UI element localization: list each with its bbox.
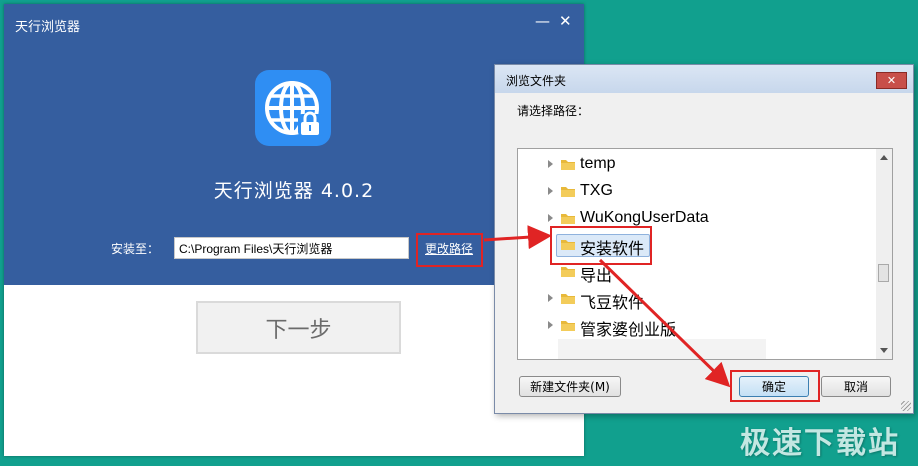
globe-lock-icon xyxy=(255,70,331,146)
tree-item-label: TXG xyxy=(580,182,613,199)
scroll-down-icon[interactable] xyxy=(880,348,888,353)
installer-title: 天行浏览器 xyxy=(15,20,81,35)
resize-grip[interactable] xyxy=(901,401,911,411)
new-folder-button[interactable]: 新建文件夹(M) xyxy=(519,376,621,397)
expand-arrow-icon[interactable] xyxy=(548,321,553,329)
folder-icon xyxy=(561,267,575,277)
tree-item-label: 飞豆软件 xyxy=(580,295,645,312)
folder-icon xyxy=(561,321,575,331)
minimize-icon[interactable]: — xyxy=(535,12,550,30)
close-icon[interactable]: ✕ xyxy=(559,12,572,30)
dialog-prompt: 请选择路径： xyxy=(517,104,590,118)
expand-arrow-icon[interactable] xyxy=(548,187,553,195)
install-to-label: 安装至： xyxy=(111,242,160,256)
tree-item-txg[interactable]: TXG xyxy=(518,180,878,204)
expand-arrow-icon[interactable] xyxy=(548,214,553,222)
expand-arrow-icon[interactable] xyxy=(548,294,553,302)
highlight-ok-button xyxy=(730,370,820,402)
tree-item-label: 管家婆创业版 xyxy=(580,322,677,339)
folder-icon xyxy=(561,214,575,224)
tree-scrollbar[interactable] xyxy=(876,149,892,359)
tree-item-label: WuKongUserData xyxy=(580,209,709,226)
tree-item-temp[interactable]: temp xyxy=(518,153,878,177)
dialog-close-icon[interactable]: ✕ xyxy=(876,72,907,89)
cancel-button[interactable]: 取消 xyxy=(821,376,891,397)
dialog-titlebar: 浏览文件夹 ✕ xyxy=(495,65,913,93)
watermark: 极速下载站 xyxy=(740,426,900,461)
tree-item-label: temp xyxy=(580,155,616,172)
tree-item-label: 导出 xyxy=(580,268,613,285)
expand-arrow-icon[interactable] xyxy=(548,160,553,168)
folder-icon xyxy=(561,160,575,170)
install-path-input[interactable] xyxy=(174,237,409,259)
tree-partial-row xyxy=(558,339,766,359)
scroll-thumb[interactable] xyxy=(878,264,889,282)
scroll-up-icon[interactable] xyxy=(880,155,888,160)
tree-item-guanjiapo[interactable]: 管家婆创业版 xyxy=(518,314,878,339)
highlight-change-path xyxy=(416,233,483,267)
folder-icon xyxy=(561,187,575,197)
folder-icon xyxy=(561,294,575,304)
tree-item-feidou-software[interactable]: 飞豆软件 xyxy=(518,287,878,312)
highlight-selected-folder xyxy=(550,226,652,265)
dialog-title: 浏览文件夹 xyxy=(506,74,567,88)
next-step-button[interactable]: 下一步 xyxy=(196,301,401,354)
